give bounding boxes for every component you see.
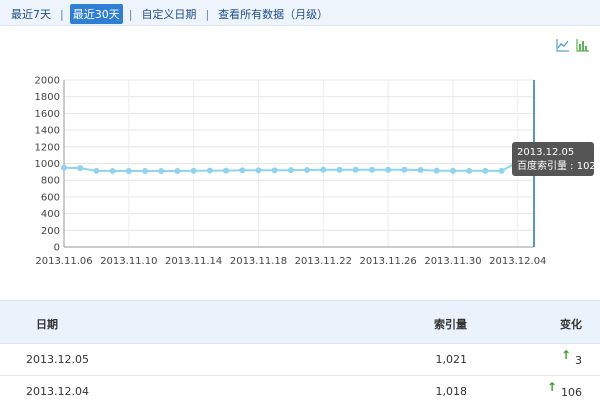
table-header: 日期 索引量 变化 bbox=[0, 300, 600, 344]
data-point bbox=[239, 167, 246, 174]
y-tick-label: 1000 bbox=[35, 159, 60, 170]
y-tick-label: 0 bbox=[54, 243, 60, 254]
bar-chart-icon[interactable] bbox=[576, 38, 590, 52]
row-date: 2013.12.04 bbox=[26, 385, 89, 398]
data-point bbox=[498, 167, 505, 174]
data-point bbox=[223, 167, 230, 174]
data-point bbox=[190, 167, 197, 174]
y-tick-label: 1200 bbox=[35, 142, 60, 153]
header-change: 变化 bbox=[560, 318, 582, 331]
x-tick-label: 2013.11.10 bbox=[100, 256, 157, 267]
up-arrow-icon: ↑ bbox=[560, 348, 571, 362]
data-point bbox=[287, 167, 294, 174]
y-tick-label: 400 bbox=[41, 209, 60, 220]
data-point bbox=[255, 167, 262, 174]
data-point bbox=[142, 168, 149, 175]
y-tick-label: 1600 bbox=[35, 109, 60, 120]
date-range-tabs: 最近7天 | 最近30天 | 自定义日期 | 查看所有数据（月级） bbox=[8, 4, 331, 24]
data-point bbox=[352, 166, 359, 173]
y-tick-label: 1800 bbox=[35, 92, 60, 103]
x-tick-label: 2013.12.04 bbox=[489, 256, 546, 267]
table-row: 2013.12.05 1,021 ↑ 3 bbox=[0, 344, 600, 376]
y-tick-label: 2000 bbox=[35, 76, 60, 87]
x-tick-label: 2013.11.30 bbox=[424, 256, 481, 267]
x-tick-label: 2013.11.26 bbox=[360, 256, 417, 267]
y-tick-label: 800 bbox=[41, 176, 60, 187]
row-date: 2013.12.05 bbox=[26, 353, 89, 366]
header-date: 日期 bbox=[36, 318, 58, 331]
x-tick-label: 2013.11.14 bbox=[165, 256, 222, 267]
data-point bbox=[109, 168, 116, 175]
data-point bbox=[482, 167, 489, 174]
row-change-value: 106 bbox=[561, 386, 582, 399]
line-chart-icon[interactable] bbox=[556, 38, 570, 52]
table-row: 2013.12.04 1,018 ↑ 106 bbox=[0, 376, 600, 402]
data-point bbox=[401, 166, 408, 173]
data-point bbox=[320, 166, 327, 173]
separator: | bbox=[205, 7, 210, 21]
y-tick-label: 600 bbox=[41, 192, 60, 203]
separator: | bbox=[128, 7, 133, 21]
row-change: ↑ 106 bbox=[547, 380, 582, 399]
tooltip-value: 百度索引量 : 1021 bbox=[517, 159, 600, 172]
y-tick-label: 200 bbox=[41, 226, 60, 237]
tab-last-7-days[interactable]: 最近7天 bbox=[8, 4, 54, 24]
index-table: 日期 索引量 变化 2013.12.05 1,021 ↑ 3 2013.12.04… bbox=[0, 300, 600, 402]
data-point bbox=[466, 167, 473, 174]
header-index: 索引量 bbox=[434, 318, 467, 331]
tab-last-30-days[interactable]: 最近30天 bbox=[69, 4, 123, 24]
data-point bbox=[336, 166, 343, 173]
tab-all-data-monthly[interactable]: 查看所有数据（月级） bbox=[215, 4, 331, 24]
toolbar: 最近7天 | 最近30天 | 自定义日期 | 查看所有数据（月级） bbox=[0, 0, 600, 26]
data-point bbox=[77, 165, 84, 172]
data-point bbox=[368, 166, 375, 173]
row-change-value: 3 bbox=[575, 354, 582, 367]
up-arrow-icon: ↑ bbox=[546, 380, 557, 394]
data-point bbox=[61, 164, 67, 171]
data-point bbox=[417, 167, 424, 174]
data-point bbox=[304, 167, 311, 174]
data-point bbox=[174, 168, 181, 175]
data-point bbox=[206, 167, 213, 174]
data-point bbox=[449, 167, 456, 174]
tooltip-date: 2013.12.05 bbox=[517, 147, 574, 158]
y-tick-label: 1400 bbox=[35, 126, 60, 137]
tab-custom-date[interactable]: 自定义日期 bbox=[138, 4, 199, 24]
separator: | bbox=[60, 7, 64, 21]
x-tick-label: 2013.11.06 bbox=[35, 256, 92, 267]
data-point bbox=[385, 166, 392, 173]
x-tick-label: 2013.11.22 bbox=[295, 256, 352, 267]
row-index: 1,021 bbox=[435, 353, 468, 366]
data-point bbox=[158, 168, 165, 175]
data-point bbox=[433, 167, 440, 174]
index-line-chart: 0 200 400 600 800 1000 1200 1400 1600 1800 2000 201… bbox=[35, 76, 600, 268]
data-point bbox=[93, 167, 100, 174]
x-tick-label: 2013.11.18 bbox=[230, 256, 287, 267]
row-index: 1,018 bbox=[435, 385, 468, 398]
row-change: ↑ 3 bbox=[561, 348, 582, 367]
data-point bbox=[271, 167, 278, 174]
data-point bbox=[125, 168, 132, 175]
